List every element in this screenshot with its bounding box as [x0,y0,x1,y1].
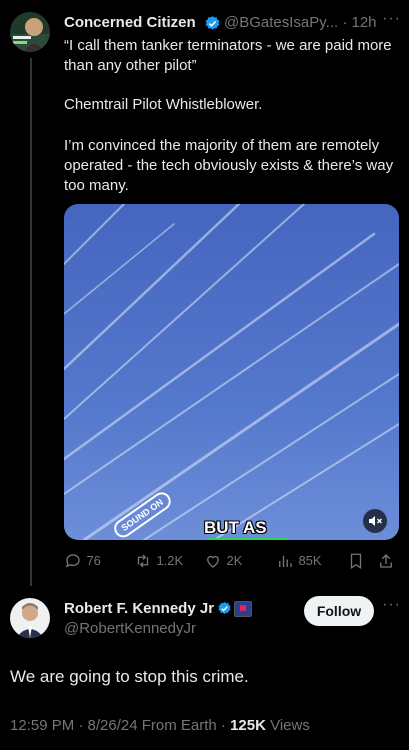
tweet-paragraph-1: “I call them tanker terminators - we are… [64,37,392,74]
views-label: Views [265,717,310,734]
heart-icon [207,555,219,568]
follow-button[interactable]: Follow [304,596,374,626]
reply-count: 76 [86,553,101,569]
tweet-text: We are going to stop this crime. [10,667,249,686]
author-handle-time: @BGatesIsaPy... · 12h [224,14,377,31]
share-icon[interactable] [377,552,395,570]
bookmark-icon[interactable] [347,552,365,570]
tweet-paragraph-3: I’m convinced the majority of them are r… [64,137,394,194]
tweet-paragraph-2: Chemtrail Pilot Whistleblower. [64,96,263,113]
tweet-video[interactable]: SOUND ON BUT AS [64,204,399,540]
timestamp-source: 12:59 PM · 8/26/24 From Earth · [10,717,231,734]
tweet-actions: 76 1.2K 2K 85K [64,552,404,572]
views-total: 125K [230,717,266,734]
campaign-badge-icon [234,601,252,617]
reply-button[interactable]: 76 [64,552,101,570]
thread-line [30,58,32,586]
mute-button[interactable] [363,509,387,533]
reply-icon [65,554,80,568]
verified-badge-icon [218,601,231,614]
retweet-button[interactable]: 1.2K [134,552,183,570]
verified-badge-icon [205,16,220,30]
views-count: 85K [298,553,322,569]
video-caption: BUT AS [204,518,267,537]
retweet-count: 1.2K [156,553,184,569]
mute-icon [369,516,382,526]
like-button[interactable]: 2K [204,552,242,570]
tweet-meta: 12:59 PM · 8/26/24 From Earth · 125K Vie… [10,717,310,734]
caption-highlight [208,538,288,540]
sky-image [64,204,399,540]
avatar-concerned-citizen[interactable] [10,12,50,52]
views-icon [279,555,292,567]
author-name[interactable]: Concerned Citizen [64,14,196,31]
more-options-icon[interactable]: ··· [382,10,401,28]
author-handle: @RobertKennedyJr [64,620,196,637]
views-button[interactable]: 85K [276,552,322,570]
retweet-icon [137,554,149,568]
like-count: 2K [226,553,243,569]
avatar-rfk-jr[interactable] [10,598,50,638]
more-options-icon[interactable]: ··· [382,596,401,614]
author-name[interactable]: Robert F. Kennedy Jr [64,600,214,617]
